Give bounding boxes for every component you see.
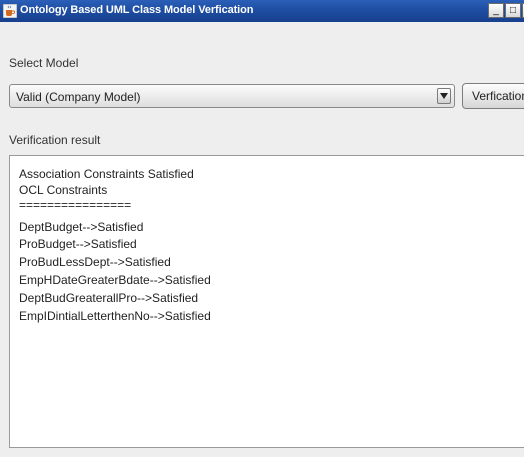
model-select[interactable]: Valid (Company Model)	[9, 84, 455, 108]
result-line: ================	[19, 198, 132, 212]
result-line: DeptBudGreaterallPro-->Satisfied	[19, 291, 199, 305]
dropdown-button[interactable]	[437, 88, 451, 104]
window-title: Ontology Based UML Class Model Verficati…	[20, 4, 254, 16]
result-line: ProBudget-->Satisfied	[19, 237, 137, 251]
title-bar: Ontology Based UML Class Model Verficati…	[0, 0, 524, 22]
verification-result-textarea[interactable]: Association Constraints Satisfied OCL Co…	[9, 155, 524, 448]
result-line: OCL Constraints	[19, 183, 108, 197]
result-line: EmpHDateGreaterBdate-->Satisfied	[19, 273, 211, 287]
select-model-label: Select Model	[9, 56, 79, 70]
result-line: EmpIDintialLetterthenNo-->Satisfied	[19, 309, 211, 323]
minimize-button[interactable]: _	[488, 3, 504, 18]
result-line: Association Constraints Satisfied	[19, 167, 194, 181]
result-line: ProBudLessDept-->Satisfied	[19, 255, 171, 269]
verification-result-label: Verification result	[9, 133, 101, 147]
verification-button[interactable]: Verfication	[462, 83, 524, 109]
java-coffee-icon	[2, 3, 18, 19]
model-select-value: Valid (Company Model)	[16, 90, 141, 104]
maximize-button[interactable]: □	[505, 3, 521, 18]
result-line: DeptBudget-->Satisfied	[19, 220, 144, 234]
